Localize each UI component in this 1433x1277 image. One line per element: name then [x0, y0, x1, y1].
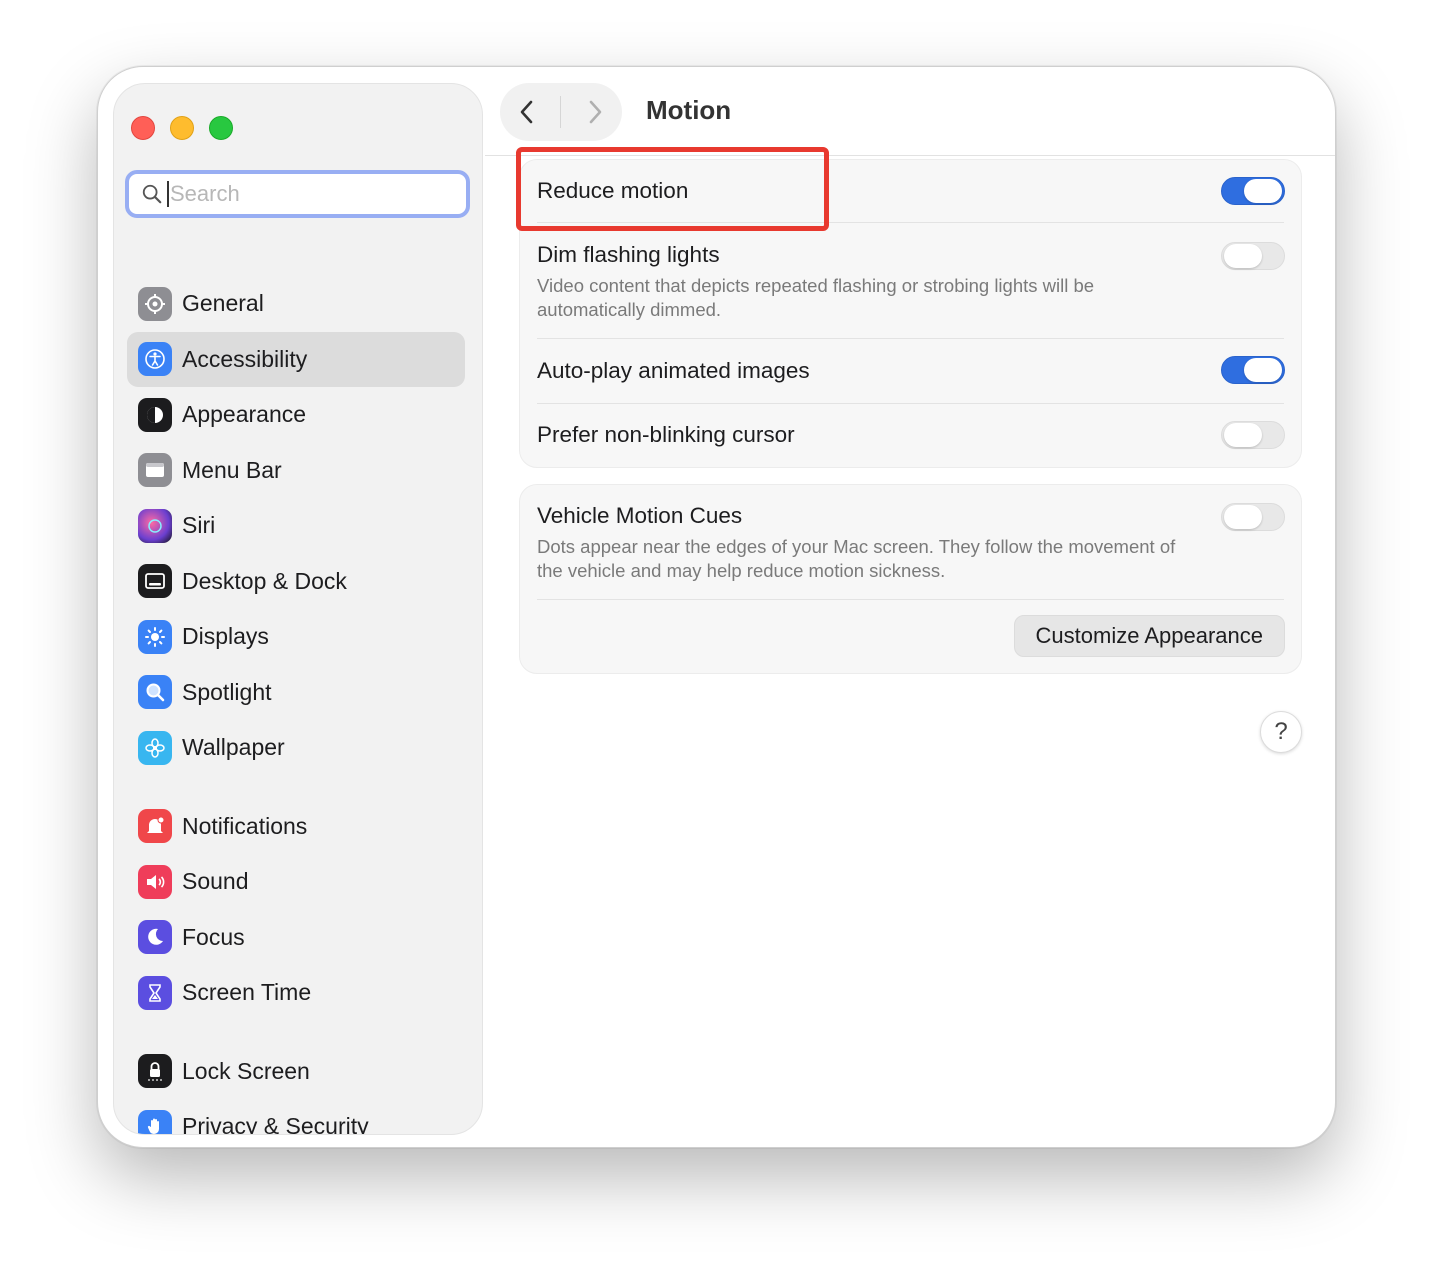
- dim-flashing-lights-toggle[interactable]: [1221, 242, 1285, 270]
- vehicle-motion-cues-label: Vehicle Motion Cues: [537, 503, 743, 528]
- gear-icon: [138, 286, 172, 321]
- vehicle-motion-cues-group: Vehicle Motion Cues Dots appear near the…: [519, 484, 1302, 674]
- auto-play-animated-images-row: Auto-play animated images: [520, 338, 1301, 403]
- flower-icon: [138, 730, 172, 765]
- sidebar-item-privacy-security[interactable]: Privacy & Security: [127, 1099, 465, 1135]
- sidebar-item-siri[interactable]: Siri: [127, 498, 465, 554]
- sidebar: General Accessibility Appearance: [113, 83, 483, 1135]
- page-title: Motion: [646, 95, 732, 125]
- siri-icon: [138, 508, 172, 543]
- sun-icon: [138, 619, 172, 654]
- sidebar-item-wallpaper[interactable]: Wallpaper: [127, 720, 465, 776]
- sidebar-item-label: Spotlight: [182, 678, 272, 705]
- prefer-non-blinking-cursor-row: Prefer non-blinking cursor: [520, 403, 1301, 467]
- sidebar-item-desktop-dock[interactable]: Desktop & Dock: [127, 554, 465, 610]
- sidebar-item-appearance[interactable]: Appearance: [127, 387, 465, 443]
- dim-flashing-lights-row: Dim flashing lights Video content that d…: [520, 222, 1301, 338]
- reduce-motion-label: Reduce motion: [537, 178, 689, 203]
- sidebar-item-label: Screen Time: [182, 979, 312, 1006]
- chevron-right-icon: [589, 100, 602, 124]
- sidebar-item-label: Wallpaper: [182, 734, 285, 761]
- vehicle-motion-cues-row: Vehicle Motion Cues Dots appear near the…: [520, 485, 1301, 599]
- accessibility-icon: [138, 342, 172, 377]
- sidebar-item-label: Privacy & Security: [182, 1113, 369, 1135]
- sidebar-item-notifications[interactable]: Notifications: [127, 799, 465, 855]
- nav-divider: [560, 96, 562, 128]
- appearance-icon: [138, 397, 172, 432]
- auto-play-animated-images-label: Auto-play animated images: [537, 357, 810, 383]
- toolbar-divider: [485, 155, 1335, 156]
- sidebar-item-screen-time[interactable]: Screen Time: [127, 965, 465, 1021]
- sidebar-item-label: Siri: [182, 512, 216, 539]
- back-button[interactable]: [507, 92, 547, 132]
- sidebar-item-label: Menu Bar: [182, 456, 282, 483]
- moon-icon: [138, 920, 172, 955]
- close-window-button[interactable]: [131, 116, 155, 140]
- sidebar-item-general[interactable]: General: [127, 276, 465, 332]
- dock-icon: [138, 564, 172, 599]
- sidebar-item-displays[interactable]: Displays: [127, 609, 465, 665]
- hand-icon: [138, 1109, 172, 1134]
- speaker-icon: [138, 864, 172, 899]
- customize-appearance-button[interactable]: Customize Appearance: [1013, 615, 1285, 657]
- dim-flashing-lights-label: Dim flashing lights: [537, 242, 720, 267]
- window-controls: [131, 116, 233, 140]
- sidebar-item-spotlight[interactable]: Spotlight: [127, 665, 465, 721]
- help-button[interactable]: ?: [1260, 711, 1302, 753]
- sidebar-item-sound[interactable]: Sound: [127, 854, 465, 910]
- zoom-window-button[interactable]: [209, 116, 233, 140]
- sidebar-item-label: General: [182, 290, 264, 317]
- sidebar-item-label: Lock Screen: [182, 1057, 310, 1084]
- minimize-window-button[interactable]: [170, 116, 194, 140]
- vehicle-motion-cues-toggle[interactable]: [1221, 503, 1285, 531]
- sidebar-item-label: Desktop & Dock: [182, 567, 347, 594]
- search-input[interactable]: [167, 181, 447, 207]
- sidebar-item-label: Notifications: [182, 812, 308, 839]
- prefer-non-blinking-cursor-toggle[interactable]: [1221, 421, 1285, 449]
- history-nav: [500, 83, 622, 141]
- settings-window: General Accessibility Appearance: [97, 66, 1336, 1148]
- motion-settings-group: Reduce motion Dim flashing lights Video …: [519, 159, 1302, 468]
- sidebar-item-lock-screen[interactable]: Lock Screen: [127, 1044, 465, 1100]
- sidebar-item-label: Sound: [182, 868, 249, 895]
- lock-icon: [138, 1054, 172, 1089]
- dim-flashing-lights-description: Video content that depicts repeated flas…: [537, 275, 1095, 320]
- sidebar-nav: General Accessibility Appearance Menu Ba…: [127, 276, 465, 1135]
- sidebar-item-accessibility[interactable]: Accessibility: [127, 331, 465, 387]
- menubar-icon: [138, 453, 172, 488]
- bell-icon: [138, 809, 172, 844]
- auto-play-animated-images-toggle[interactable]: [1221, 356, 1285, 384]
- chevron-left-icon: [520, 100, 533, 124]
- hourglass-icon: [138, 975, 172, 1010]
- group-divider: [537, 599, 1284, 600]
- sidebar-item-label: Focus: [182, 923, 245, 950]
- reduce-motion-row: Reduce motion: [520, 160, 1301, 222]
- sidebar-item-label: Appearance: [182, 401, 307, 428]
- prefer-non-blinking-cursor-label: Prefer non-blinking cursor: [537, 422, 795, 447]
- forward-button[interactable]: [575, 92, 615, 132]
- sidebar-item-focus[interactable]: Focus: [127, 910, 465, 966]
- vehicle-motion-cues-description: Dots appear near the edges of your Mac s…: [537, 536, 1176, 581]
- search-box[interactable]: [125, 170, 470, 218]
- sidebar-item-menu-bar[interactable]: Menu Bar: [127, 443, 465, 499]
- search-icon: [142, 184, 162, 204]
- sidebar-item-label: Displays: [182, 623, 269, 650]
- magnifier-icon: [138, 675, 172, 710]
- sidebar-item-label: Accessibility: [182, 345, 308, 372]
- reduce-motion-toggle[interactable]: [1221, 177, 1285, 205]
